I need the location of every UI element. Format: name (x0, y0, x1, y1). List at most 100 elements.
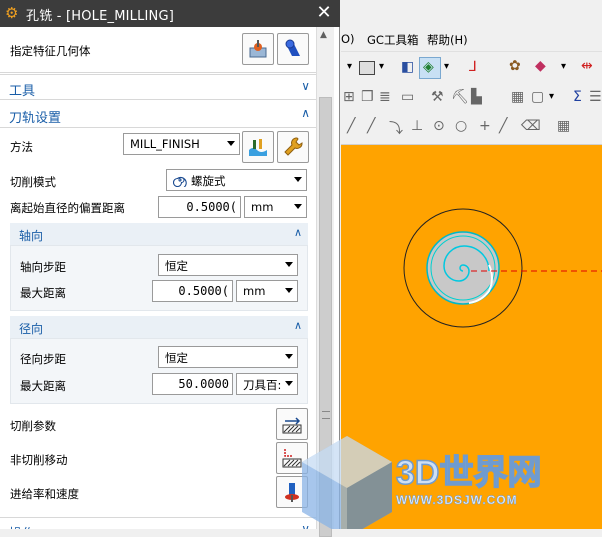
toolpath-section-header[interactable]: 刀轨设置 ∧ (0, 102, 316, 128)
menu-item-help[interactable]: 帮助(H) (427, 32, 468, 48)
method-dropdown[interactable]: MILL_FINISH (123, 133, 240, 155)
graphics-area: O) GC工具箱 帮助(H) ▾ ▾ ◧ ◈ ▾ ⅃ ✿ ◆ ▾ ⇹ ⊞ ❒ ≣… (341, 0, 602, 529)
top-strip (341, 0, 602, 27)
stack-icon[interactable]: ≣ (379, 89, 391, 105)
line-icon[interactable]: ╱ (367, 118, 375, 134)
dialog-gear-icon: ⚙ (5, 4, 19, 22)
dropdown-arrow-icon[interactable]: ▾ (549, 91, 554, 102)
grid-icon[interactable]: ▦ (511, 89, 524, 105)
spiral-icon (173, 176, 187, 187)
dropdown-arrow-icon[interactable]: ▾ (561, 61, 566, 72)
tool-section-title: 工具 (9, 84, 36, 99)
axial-max-unit: mm (243, 284, 266, 298)
layer-icon[interactable]: ❒ (361, 89, 374, 105)
circle-icon[interactable]: ○ (455, 118, 467, 134)
radial-step-dropdown[interactable]: 恒定 (158, 346, 298, 368)
measure-icon[interactable]: ⇹ (581, 58, 593, 74)
edit-method-button[interactable] (242, 131, 274, 163)
toolbar-row-2: ⊞ ❒ ≣ ▭ ⚒ ⛏ ▙ ▦ ▢ ▾ Σ ☰ (341, 87, 602, 111)
fixture-icon[interactable]: ▙ (471, 89, 482, 105)
grid-icon[interactable]: ▦ (557, 118, 570, 134)
axial-subgroup-header[interactable]: 轴向 ∧ (10, 223, 308, 245)
radial-step-label: 径向步距 (20, 352, 66, 366)
snap-icon[interactable]: ⊞ (343, 89, 355, 105)
feeds-speeds-button[interactable] (276, 476, 308, 508)
radial-max-unit-dropdown[interactable]: 刀具百: (236, 373, 298, 395)
dropdown-arrow-icon[interactable]: ▾ (379, 61, 384, 72)
tool-icon[interactable]: ⚒ (431, 89, 444, 105)
toolbar-row-3: ╱ ╱ ⤵ ⊥ ⊙ ○ + ╱ ⌫ ▦ (341, 111, 602, 145)
axial-max-unit-dropdown[interactable]: mm (236, 280, 298, 302)
feeds-speeds-label: 进给率和速度 (10, 487, 79, 501)
cut-pattern-dropdown[interactable]: 螺旋式 (166, 169, 307, 191)
operation-section-title: 操作 (9, 523, 35, 529)
chevron-down-icon: ∨ (301, 79, 310, 93)
view-orient-icon[interactable]: ◧ (401, 59, 414, 75)
menu-item-gc-toolbox[interactable]: GC工具箱 (367, 32, 418, 48)
dropdown-arrow-icon[interactable]: ▾ (444, 61, 449, 72)
list-icon[interactable]: ☰ (589, 89, 602, 105)
tool-section-header[interactable]: 工具 ∨ (0, 74, 316, 100)
color-swatch-icon[interactable] (359, 61, 375, 75)
sigma-icon[interactable]: Σ (573, 89, 582, 105)
dialog-titlebar: ⚙ 孔铣 - [HOLE_MILLING] ✕ (0, 0, 340, 27)
frame-icon[interactable]: ▢ (531, 89, 544, 105)
shaded-view-icon[interactable]: ◈ (419, 57, 441, 79)
scroll-up-icon[interactable]: ▲ (320, 30, 327, 40)
render-icon[interactable]: ✿ (509, 58, 521, 74)
operation-section-header[interactable]: 操作 ∨ (0, 517, 316, 529)
cut-params-button[interactable] (276, 408, 308, 440)
dialog-content: 指定特征几何体 工具 ∨ 刀轨设置 ∧ 方法 MILL_FINISH 切削模式 … (0, 27, 316, 529)
hole-milling-dialog: ⚙ 孔铣 - [HOLE_MILLING] ✕ 指定特征几何体 工具 ∨ 刀轨设… (0, 0, 340, 537)
axial-step-value: 恒定 (165, 259, 188, 273)
eraser-icon[interactable]: ⌫ (521, 118, 541, 134)
geometry-row: 指定特征几何体 (0, 27, 316, 73)
radial-subgroup-header[interactable]: 径向 ∧ (10, 316, 308, 338)
wcs-icon[interactable]: ⅃ (469, 59, 477, 75)
toolpath-drawing (403, 208, 602, 328)
material-icon[interactable]: ◆ (535, 58, 546, 74)
radial-step-value: 恒定 (165, 351, 188, 365)
offset-input[interactable]: 0.5000( (158, 196, 241, 218)
dropdown-arrow-icon[interactable]: ▾ (347, 61, 352, 72)
close-icon[interactable]: ✕ (316, 3, 332, 23)
axial-max-input[interactable]: 0.5000( (152, 280, 233, 302)
offset-unit: mm (251, 200, 274, 214)
radial-title: 径向 (19, 322, 44, 336)
chevron-down-icon: ∨ (301, 522, 310, 529)
flashlight-button[interactable] (277, 33, 309, 65)
non-cut-moves-label: 非切削移动 (10, 453, 68, 467)
blank-icon[interactable]: ▭ (401, 89, 414, 105)
circle-center-icon[interactable]: ⊙ (433, 118, 445, 134)
method-label: 方法 (10, 140, 33, 154)
chevron-up-icon: ∧ (301, 106, 310, 120)
arc-icon[interactable]: ⤵ (389, 118, 403, 138)
axial-step-label: 轴向步距 (20, 260, 66, 274)
dialog-title: 孔铣 - [HOLE_MILLING] (26, 9, 175, 24)
specify-geometry-button[interactable] (242, 33, 274, 65)
menu-bar: O) GC工具箱 帮助(H) (341, 27, 602, 51)
line-icon[interactable]: ╱ (347, 118, 355, 134)
dialog-scrollbar[interactable]: ▲ (316, 27, 334, 537)
scrollbar-thumb[interactable] (319, 97, 332, 537)
non-cut-moves-button[interactable] (276, 442, 308, 474)
menu-item-o[interactable]: O) (341, 32, 355, 46)
cutter-icon[interactable]: ⛏ (451, 89, 469, 105)
radial-max-unit: 刀具百: (243, 378, 282, 392)
cad-viewport[interactable] (341, 145, 602, 529)
axial-max-label: 最大距离 (20, 286, 66, 300)
axial-title: 轴向 (19, 229, 44, 243)
wrench-button[interactable] (277, 131, 309, 163)
geometry-label: 指定特征几何体 (10, 44, 91, 58)
chevron-up-icon: ∧ (293, 226, 302, 239)
intersect-icon[interactable]: ⊥ (411, 118, 423, 134)
method-value: MILL_FINISH (130, 137, 200, 151)
line-icon[interactable]: ╱ (499, 118, 507, 134)
toolpath-section-title: 刀轨设置 (9, 111, 62, 126)
point-icon[interactable]: + (479, 118, 491, 134)
axial-step-dropdown[interactable]: 恒定 (158, 254, 298, 276)
toolbar-row-1: ▾ ▾ ◧ ◈ ▾ ⅃ ✿ ◆ ▾ ⇹ (341, 51, 602, 87)
radial-max-input[interactable]: 50.0000 (152, 373, 233, 395)
radial-max-label: 最大距离 (20, 379, 66, 393)
offset-unit-dropdown[interactable]: mm (244, 196, 307, 218)
